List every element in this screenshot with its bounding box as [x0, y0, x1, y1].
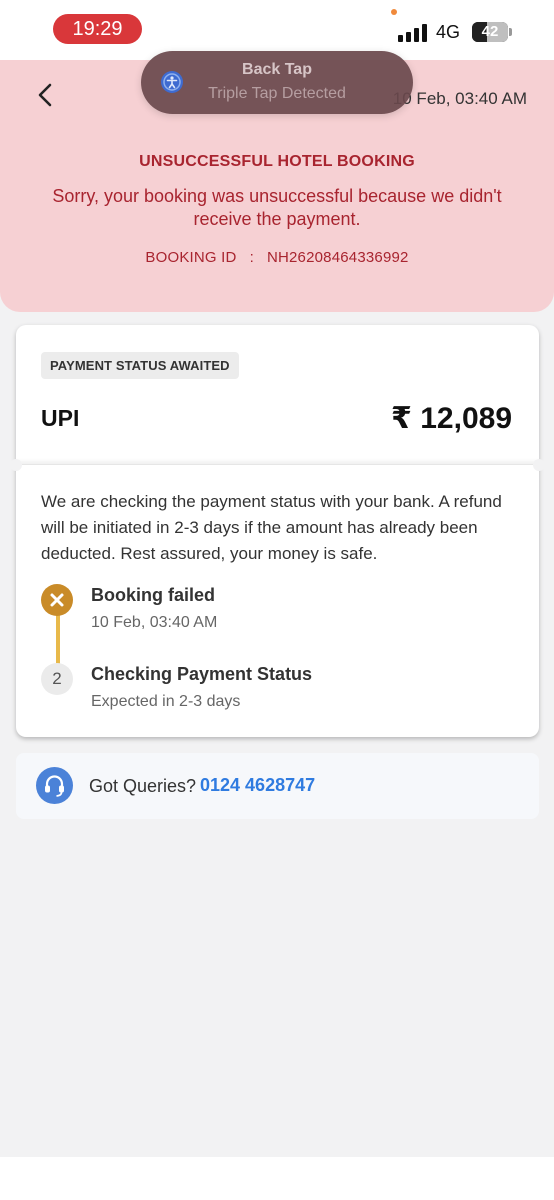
payment-status-card: PAYMENT STATUS AWAITED UPI ₹ 12,089 We a…: [10, 325, 545, 737]
bottom-bar: [0, 1157, 554, 1200]
battery-tip: [509, 28, 512, 36]
status-time[interactable]: 19:29: [53, 14, 142, 44]
back-button[interactable]: [30, 80, 62, 110]
chevron-left-icon: [38, 83, 52, 107]
queries-label: Got Queries?: [89, 776, 197, 796]
support-phone-link[interactable]: 0124 4628747: [200, 775, 315, 796]
support-queries-card: Got Queries? 0124 4628747: [16, 753, 539, 819]
battery-percent: 42: [481, 23, 499, 40]
toast-subtitle: Triple Tap Detected: [208, 85, 346, 102]
privacy-indicator-dot: [391, 9, 397, 15]
step-number: 2: [41, 663, 73, 695]
close-icon: [41, 584, 73, 616]
payment-status-badge: PAYMENT STATUS AWAITED: [41, 352, 239, 379]
booking-id-separator: :: [249, 249, 254, 266]
card-notch-left: [10, 459, 22, 471]
step-subtitle: Expected in 2-3 days: [91, 693, 241, 710]
toast-title: Back Tap: [242, 61, 312, 78]
booking-id-value: NH26208464336992: [266, 249, 409, 266]
headset-icon: [36, 767, 73, 804]
booking-id-label: BOOKING ID: [145, 249, 237, 266]
back-tap-toast[interactable]: Back Tap Triple Tap Detected: [141, 51, 413, 114]
step-subtitle: 10 Feb, 03:40 AM: [91, 614, 218, 631]
page-title: UNSUCCESSFUL HOTEL BOOKING: [139, 153, 415, 170]
step-title: Booking failed: [91, 585, 216, 605]
network-type: 4G: [436, 22, 461, 42]
status-message: Sorry, your booking was unsuccessful bec…: [52, 186, 502, 229]
payment-amount: ₹ 12,089: [391, 402, 512, 435]
refund-info-text: We are checking the payment status with …: [41, 492, 502, 563]
card-divider: [16, 464, 539, 474]
step-title: Checking Payment Status: [91, 664, 313, 684]
signal-icon: [398, 24, 428, 42]
card-notch-right: [533, 459, 545, 471]
battery-icon: 42: [472, 22, 508, 42]
payment-method: UPI: [41, 405, 80, 431]
booking-id-row: BOOKING ID: NH26208464336992: [0, 249, 554, 266]
